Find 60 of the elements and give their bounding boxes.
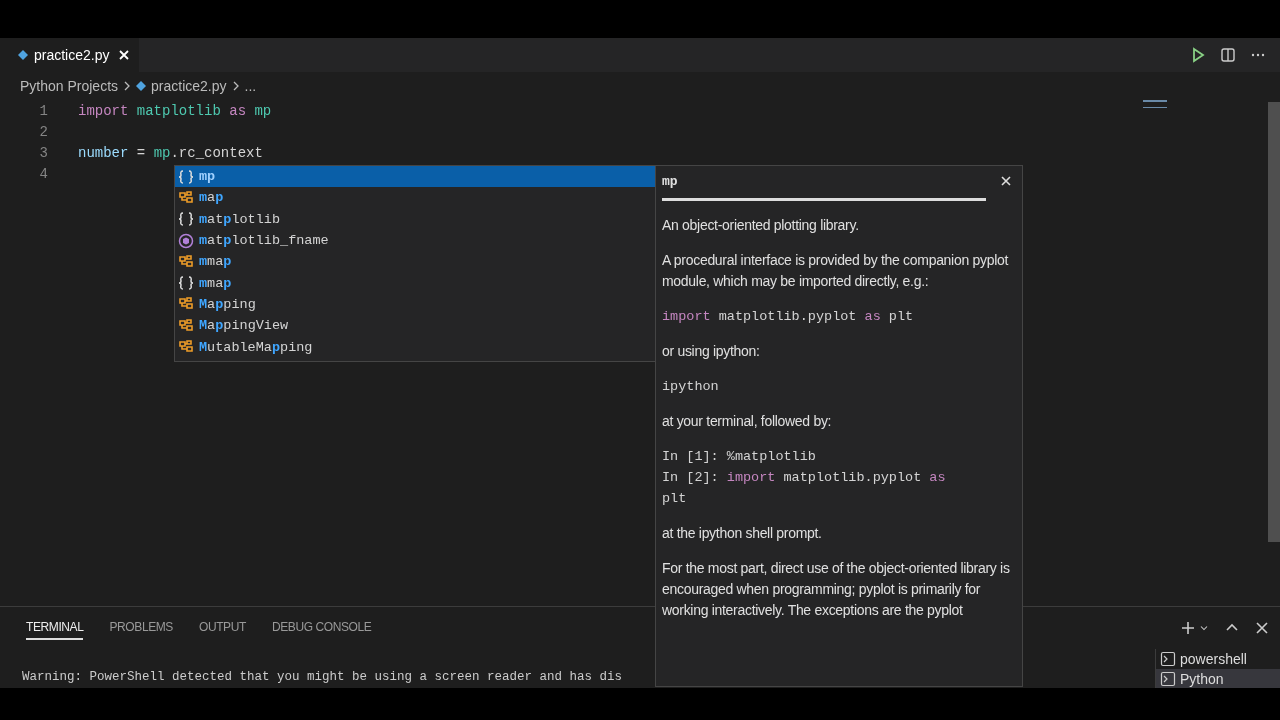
tab-label: practice2.py — [34, 47, 110, 63]
doc-paragraph: For the most part, direct use of the object-oriented library is encouraged when programming; pyplot is primarily for working interactively. The exceptions are the pyplot — [662, 559, 1011, 620]
suggestion-item[interactable]: matplotlib_fname — [175, 229, 656, 252]
panel-tab[interactable]: OUTPUT — [199, 616, 246, 640]
doc-paragraph: or using ipython: — [662, 342, 761, 361]
close-icon[interactable] — [1254, 620, 1270, 636]
close-icon[interactable] — [1001, 176, 1011, 186]
split-editor-icon[interactable] — [1220, 47, 1236, 63]
class-icon — [178, 339, 194, 355]
panel-tab[interactable]: TERMINAL — [26, 616, 84, 640]
cube-icon — [178, 232, 194, 249]
braces-icon — [178, 168, 194, 185]
line-number: 2 — [38, 123, 48, 140]
code-snippet: In [2]: import matplotlib.pyplot as — [662, 469, 947, 487]
code-line: number = mp.rc_context — [78, 144, 263, 161]
suggestion-item[interactable]: mp — [175, 166, 656, 188]
panel-tab[interactable]: DEBUG CONSOLE — [271, 616, 372, 640]
python-file-icon — [136, 81, 147, 91]
popup-title: mp — [662, 173, 678, 189]
class-icon — [178, 189, 194, 206]
breadcrumb-item[interactable]: Python Projects — [20, 78, 119, 94]
code-snippet: import matplotlib.pyplot as plt — [662, 308, 915, 326]
run-icon[interactable] — [1190, 47, 1206, 63]
chevron-right-icon — [123, 81, 132, 91]
chevron-right-icon — [231, 81, 240, 91]
line-number: 4 — [38, 165, 48, 182]
code-snippet: In [1]: %matplotlib — [662, 448, 817, 466]
scrollbar[interactable] — [1268, 102, 1280, 542]
breadcrumb-item[interactable]: practice2.py — [151, 78, 227, 94]
class-icon — [178, 253, 194, 270]
minimap[interactable] — [1143, 100, 1167, 108]
suggestion-item[interactable]: MappingView — [175, 315, 656, 337]
braces-icon — [178, 275, 194, 292]
doc-paragraph: at your terminal, followed by: — [662, 412, 833, 431]
editor-tab[interactable]: practice2.py — [0, 38, 140, 72]
code-snippet: plt — [662, 490, 688, 508]
suggestion-item[interactable]: mmap — [175, 272, 656, 294]
terminal-list-item[interactable]: powershell — [1156, 649, 1280, 669]
doc-paragraph: An object-oriented plotting library. — [662, 216, 860, 235]
doc-paragraph: A procedural interface is provided by the companion pyplot module, which may be imported directly, e.g.: — [662, 251, 1010, 291]
plus-icon[interactable] — [1180, 620, 1196, 636]
suggestion-item[interactable]: map — [175, 187, 656, 209]
class-icon — [178, 317, 194, 334]
doc-paragraph: at the ipython shell prompt. — [662, 524, 823, 543]
braces-icon — [178, 211, 194, 228]
terminal-list-item[interactable]: Python — [1156, 669, 1280, 688]
panel-tab[interactable]: PROBLEMS — [109, 616, 173, 640]
terminal-output: Warning: PowerShell detected that you might be using a screen reader and has dis — [21, 669, 624, 686]
terminal-icon — [1160, 671, 1176, 687]
suggestion-item[interactable]: matplotlib — [175, 208, 656, 230]
suggestion-item[interactable]: MutableMapping — [175, 336, 656, 358]
line-number: 1 — [38, 102, 48, 119]
breadcrumb-item[interactable]: ... — [244, 78, 257, 94]
suggestion-item[interactable]: mmap — [175, 251, 656, 273]
suggestion-item[interactable]: Mapping — [175, 293, 656, 316]
terminal-icon — [1160, 651, 1176, 667]
python-file-icon — [18, 50, 28, 60]
line-number: 3 — [38, 144, 48, 161]
code-snippet: ipython — [662, 378, 720, 396]
code-line: import matplotlib as mp — [78, 102, 272, 119]
